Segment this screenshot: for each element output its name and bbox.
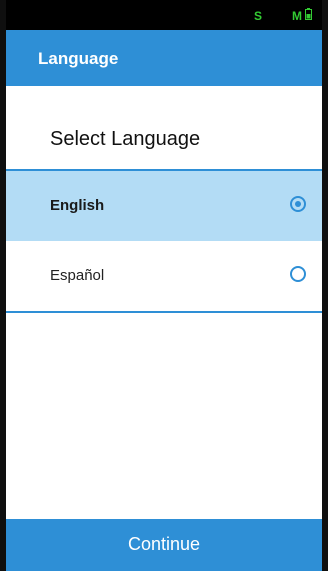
divider-bottom xyxy=(6,311,322,313)
status-bar: S M xyxy=(6,0,322,30)
language-option-espanol[interactable]: Español xyxy=(6,241,322,311)
status-indicator-m: M xyxy=(292,9,302,23)
app-bar-title: Language xyxy=(38,49,119,68)
continue-button[interactable]: Continue xyxy=(6,519,322,571)
radio-espanol[interactable] xyxy=(290,266,306,282)
battery-icon xyxy=(305,8,312,20)
radio-english[interactable] xyxy=(290,196,306,212)
radio-selected-dot xyxy=(295,201,301,207)
app-bar: Language xyxy=(6,30,322,86)
language-option-english[interactable]: English xyxy=(6,171,322,241)
phone-screen: S M Language Select Language English Esp… xyxy=(0,0,328,571)
language-label-espanol: Español xyxy=(50,267,105,284)
select-language-heading: Select Language xyxy=(50,128,201,150)
status-indicator-s: S xyxy=(254,9,263,23)
language-label-english: English xyxy=(50,197,105,214)
continue-label: Continue xyxy=(127,534,201,554)
